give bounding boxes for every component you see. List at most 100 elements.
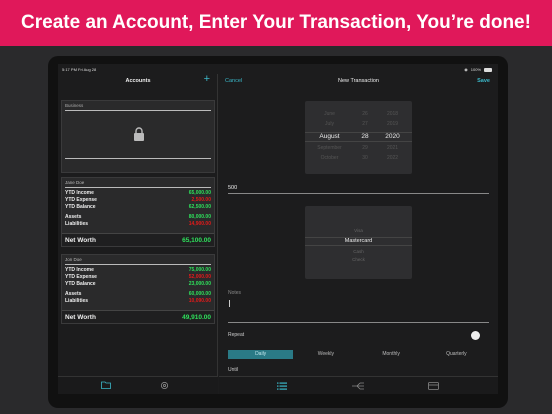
account-name: Jon Doe (65, 257, 82, 262)
month-option[interactable]: July (307, 121, 352, 127)
accounts-tab-bar (58, 376, 218, 394)
frequency-quarterly[interactable]: Quarterly (424, 350, 489, 359)
day-option[interactable]: 30 (355, 155, 375, 161)
row-label: YTD Balance (65, 204, 96, 210)
notes-field[interactable] (229, 300, 230, 307)
assets-row: Assets 60,000.00 (65, 291, 211, 298)
row-label: Liabilities (65, 221, 89, 227)
account-card-jane[interactable]: Jane Doe YTD Income 65,000.00 YTD Expens… (61, 177, 215, 247)
tablet-frame: 5:17 PM Fri Aug 28 ◉ 100% Accounts + Bus… (48, 56, 508, 408)
frequency-segmented-control[interactable]: Daily Weekly Monthly Quarterly (228, 350, 489, 359)
row-value: 65,000.00 (188, 190, 211, 196)
divider (65, 187, 211, 188)
net-worth-label: Net Worth (65, 314, 96, 321)
list-icon[interactable] (277, 382, 287, 390)
year-option[interactable]: 2018 (377, 111, 408, 117)
year-option[interactable]: 2022 (377, 155, 408, 161)
battery-icon (484, 67, 492, 72)
month-column[interactable]: June July August September October (307, 101, 352, 174)
accounts-title: Accounts (125, 78, 151, 84)
ytd-balance-row: YTD Balance 62,500.00 (65, 204, 211, 211)
locked-account-card[interactable]: Business (61, 100, 215, 173)
accounts-nav-bar: Accounts + (58, 73, 218, 92)
payment-option[interactable]: Check (305, 257, 412, 262)
day-option[interactable]: 26 (355, 111, 375, 117)
promo-banner: Create an Account, Enter Your Transactio… (0, 0, 552, 46)
app-screen: 5:17 PM Fri Aug 28 ◉ 100% Accounts + Bus… (58, 64, 498, 394)
year-column[interactable]: 2018 2019 2020 2021 2022 (377, 101, 408, 174)
repeat-label: Repeat (228, 332, 245, 338)
locked-account-title: Business (65, 103, 84, 108)
ytd-expense-row: YTD Expense 52,000.00 (65, 274, 211, 281)
row-label: YTD Income (65, 267, 94, 273)
net-worth-row: Net Worth 49,910.00 (62, 310, 214, 323)
year-option[interactable]: 2019 (377, 121, 408, 127)
assets-row: Assets 80,000.00 (65, 214, 211, 221)
ytd-income-row: YTD Income 65,000.00 (65, 190, 211, 197)
row-value: 10,090.00 (188, 298, 211, 304)
transaction-pane: Cancel New Transaction Save June July Au… (219, 74, 498, 394)
repeat-toggle[interactable] (471, 331, 480, 340)
frequency-monthly[interactable]: Monthly (359, 350, 424, 359)
payment-option-selected[interactable]: Mastercard (305, 238, 412, 244)
day-option[interactable]: 29 (355, 145, 375, 151)
transaction-title: New Transaction (338, 78, 379, 84)
payment-option[interactable]: Cash (305, 249, 412, 254)
category-icon[interactable] (352, 382, 364, 390)
year-option[interactable]: 2021 (377, 145, 408, 151)
year-option-selected[interactable]: 2020 (377, 133, 408, 140)
battery-percent: 100% (470, 67, 481, 72)
row-label: Assets (65, 291, 82, 297)
net-worth-value: 49,910.00 (182, 314, 211, 321)
month-option[interactable]: October (307, 155, 352, 161)
net-worth-label: Net Worth (65, 237, 96, 244)
row-label: Liabilities (65, 298, 89, 304)
day-option[interactable]: 27 (355, 121, 375, 127)
row-label: YTD Expense (65, 197, 97, 203)
date-picker[interactable]: June July August September October 26 27… (305, 101, 412, 174)
frequency-weekly[interactable]: Weekly (293, 350, 358, 359)
accounts-pane: Accounts + Business Jane Doe YTD Income … (58, 73, 218, 394)
ytd-balance-row: YTD Balance 23,000.00 (65, 281, 211, 288)
row-value: 75,000.00 (188, 267, 211, 273)
payment-method-picker[interactable]: Visa Mastercard Cash Check (305, 206, 412, 279)
row-label: YTD Income (65, 190, 94, 196)
ytd-expense-row: YTD Expense 2,500.00 (65, 197, 211, 204)
row-value: 80,000.00 (188, 214, 211, 220)
day-column[interactable]: 26 27 28 29 30 (355, 101, 375, 174)
notes-underline (228, 322, 489, 323)
save-button[interactable]: Save (477, 78, 490, 84)
divider (65, 264, 211, 265)
transaction-tab-bar (219, 376, 498, 394)
notes-label: Notes (228, 290, 242, 296)
folder-icon[interactable] (101, 381, 111, 389)
status-indicators: ◉ 100% (464, 67, 492, 72)
net-worth-value: 65,100.00 (182, 237, 211, 244)
month-option[interactable]: June (307, 111, 352, 117)
month-option[interactable]: September (307, 145, 352, 151)
divider (65, 110, 211, 111)
gear-icon[interactable] (160, 381, 169, 390)
frequency-daily[interactable]: Daily (228, 350, 294, 359)
card-icon[interactable] (428, 382, 439, 390)
row-label: YTD Expense (65, 274, 97, 280)
net-worth-row: Net Worth 65,100.00 (62, 233, 214, 246)
amount-underline (228, 193, 489, 194)
day-option-selected[interactable]: 28 (355, 133, 375, 140)
row-label: YTD Balance (65, 281, 96, 287)
until-label[interactable]: Until (228, 367, 238, 373)
lock-icon (134, 127, 144, 141)
status-bar: 5:17 PM Fri Aug 28 ◉ 100% (58, 64, 498, 74)
amount-field[interactable]: 500 (228, 185, 237, 191)
month-option-selected[interactable]: August (307, 133, 352, 140)
account-name: Jane Doe (65, 180, 85, 185)
row-value: 2,500.00 (191, 197, 211, 203)
divider (65, 158, 211, 159)
payment-option[interactable]: Visa (305, 228, 412, 233)
wifi-icon: ◉ (464, 67, 468, 72)
add-account-button[interactable]: + (204, 73, 210, 85)
account-card-jon[interactable]: Jon Doe YTD Income 75,000.00 YTD Expense… (61, 254, 215, 324)
ytd-income-row: YTD Income 75,000.00 (65, 267, 211, 274)
status-time: 5:17 PM Fri Aug 28 (62, 67, 97, 72)
row-value: 52,000.00 (188, 274, 211, 280)
